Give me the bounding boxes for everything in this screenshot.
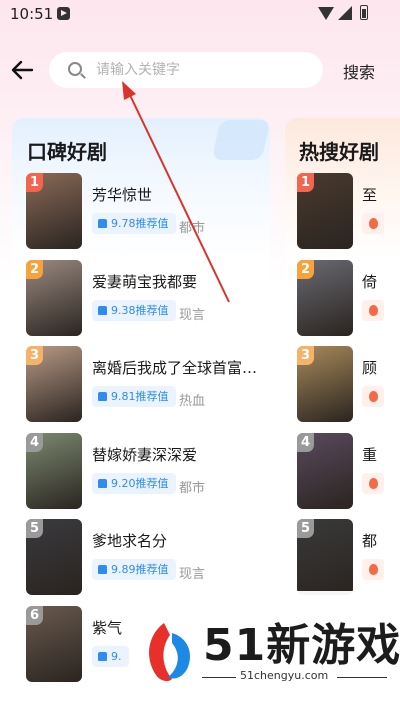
status-bar: 10:51 (0, 0, 400, 30)
score-badge: 9.89推荐值 (92, 559, 176, 580)
score-value: 9.81推荐值 (111, 390, 169, 403)
battery-icon (360, 5, 368, 20)
drama-title[interactable]: 紫气 (92, 617, 122, 638)
list-item[interactable]: 3 离婚后我成了全球首富… 9.81推荐值 热血 (12, 346, 270, 426)
rank-badge: 3 (26, 346, 43, 365)
score-value: 9. (111, 649, 122, 663)
genre-tag: 现言 (179, 567, 206, 582)
hot-badge (362, 299, 384, 321)
genre-tag: 现言 (179, 307, 206, 323)
score-value: 9.78推荐值 (111, 217, 169, 230)
rank-badge: 4 (26, 432, 43, 452)
hot-badge (362, 386, 384, 407)
drama-title[interactable]: 替嫁娇妻深深爱 (92, 444, 197, 465)
list-item[interactable]: 2倚 (285, 259, 400, 340)
score-badge: 9.78推荐值 (92, 213, 176, 234)
drama-title[interactable]: 倚 (362, 271, 377, 292)
signal-icon (338, 6, 352, 20)
rank-badge: 1 (26, 173, 43, 192)
thumbs-up-icon (98, 305, 107, 315)
hot-badge (362, 559, 384, 580)
score-value: 9.38推荐值 (111, 303, 169, 317)
thumbs-up-icon (98, 392, 107, 401)
thumbs-up-icon (98, 478, 107, 488)
watermark-text: 51新游戏 (203, 620, 400, 671)
back-button[interactable] (8, 56, 38, 84)
drama-title[interactable]: 爹地求名分 (92, 530, 167, 551)
fire-icon (369, 564, 378, 575)
hot-badge (362, 472, 384, 494)
poster-image[interactable]: 3 (26, 346, 82, 422)
hot-badge (362, 213, 384, 234)
drama-title[interactable]: 芳华惊世 (92, 184, 152, 205)
card-title: 热搜好剧 (299, 140, 379, 164)
list-item[interactable]: 1 芳华惊世 9.78推荐值 都市 (12, 173, 270, 253)
rank-badge: 2 (297, 259, 314, 279)
rank-badge: 5 (297, 519, 314, 538)
notification-app-icon (57, 7, 70, 20)
poster-image[interactable]: 4 (26, 432, 82, 509)
poster-image[interactable]: 1 (297, 173, 353, 249)
rank-badge: 3 (297, 346, 314, 365)
fire-icon (369, 304, 378, 316)
drama-title[interactable]: 重 (362, 444, 377, 465)
rank-badge: 5 (26, 519, 43, 538)
drama-title[interactable]: 都 (362, 530, 377, 551)
rank-badge: 1 (297, 173, 314, 192)
genre-tag: 热血 (179, 394, 206, 409)
watermark-logo (149, 623, 191, 682)
rank-badge: 4 (297, 432, 314, 452)
poster-image[interactable]: 3 (297, 346, 353, 422)
score-badge: 9. (92, 645, 129, 667)
back-arrow-icon (11, 60, 34, 80)
list-item[interactable]: 5 爹地求名分 9.89推荐值 现言 (12, 519, 270, 599)
poster-image[interactable]: 4 (297, 432, 353, 509)
rank-badge: 6 (26, 605, 43, 625)
list-item[interactable]: 4重 (285, 432, 400, 513)
poster-image[interactable]: 2 (297, 259, 353, 336)
card-decoration (211, 120, 271, 160)
list-item[interactable]: 5都 (285, 519, 400, 599)
score-badge: 9.38推荐值 (92, 299, 176, 321)
list-item[interactable]: 2 爱妻萌宝我都要 9.38推荐值 现言 (12, 259, 270, 340)
list-item[interactable]: 4 替嫁娇妻深深爱 9.20推荐值 都市 (12, 432, 270, 513)
poster-image[interactable]: 5 (26, 519, 82, 595)
thumbs-up-icon (98, 565, 107, 574)
rank-badge: 2 (26, 259, 43, 279)
card-title: 口碑好剧 (27, 140, 107, 164)
search-box[interactable] (49, 52, 323, 88)
poster-image[interactable]: 1 (26, 173, 82, 249)
wifi-icon (318, 7, 334, 20)
status-time: 10:51 (10, 5, 54, 23)
poster-image[interactable]: 2 (26, 259, 82, 336)
list-item[interactable]: 1至 (285, 173, 400, 253)
score-badge: 9.20推荐值 (92, 472, 176, 494)
list-item[interactable]: 3顾 (285, 346, 400, 426)
genre-tag: 都市 (179, 221, 206, 236)
drama-title[interactable]: 离婚后我成了全球首富… (92, 357, 257, 378)
fire-icon (369, 391, 378, 402)
drama-title[interactable]: 爱妻萌宝我都要 (92, 271, 197, 292)
watermark: 51新游戏 51chengyu.com (142, 591, 400, 683)
watermark-url: 51chengyu.com (240, 669, 329, 682)
score-value: 9.20推荐值 (111, 476, 169, 490)
fire-icon (369, 477, 378, 489)
score-value: 9.89推荐值 (111, 563, 169, 576)
search-button[interactable]: 搜索 (343, 59, 375, 83)
search-icon (68, 62, 82, 76)
thumbs-up-icon (98, 219, 107, 228)
thumbs-up-icon (98, 651, 107, 661)
poster-image[interactable]: 5 (297, 519, 353, 595)
watermark-line-right (337, 677, 387, 678)
poster-image[interactable]: 6 (26, 605, 82, 682)
drama-title[interactable]: 顾 (362, 357, 377, 378)
score-badge: 9.81推荐值 (92, 386, 176, 407)
drama-title[interactable]: 至 (362, 184, 377, 205)
genre-tag: 都市 (179, 480, 206, 496)
search-input[interactable] (96, 60, 306, 80)
watermark-line-left (202, 677, 236, 678)
fire-icon (369, 218, 378, 229)
